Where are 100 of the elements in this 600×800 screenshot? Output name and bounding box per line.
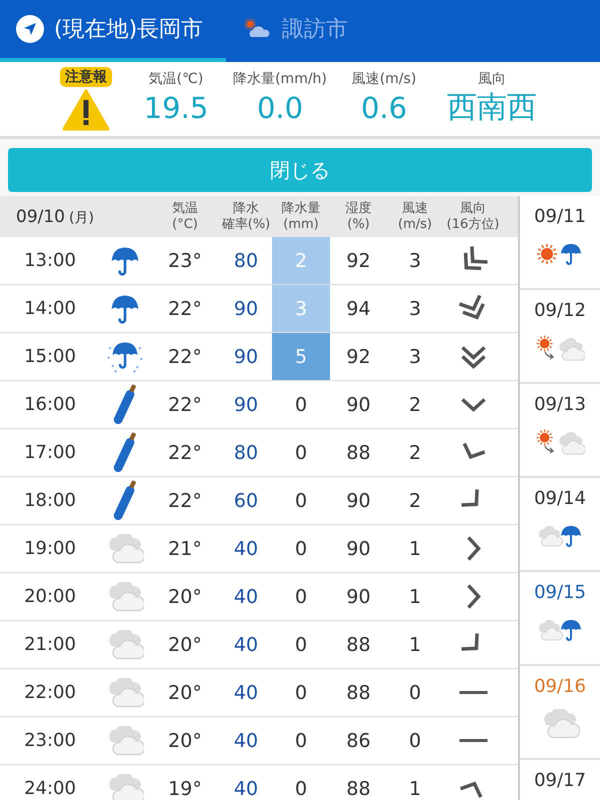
precipitation-cell-text: 0 (294, 392, 308, 418)
precipitation-cell-text: 0 (294, 632, 308, 658)
sun-cloud-icon (535, 427, 585, 457)
temperature-cell-text: 21° (167, 536, 203, 562)
temperature-cell-text: 20° (167, 680, 203, 706)
cloud-icon (106, 582, 144, 612)
wind-speed-cell-text: 1 (408, 536, 422, 562)
navigation-icon (16, 15, 44, 43)
time-cell-text: 14:00 (23, 297, 77, 321)
precipitation-cell: 3 (272, 285, 330, 332)
time-cell-text: 22:00 (23, 681, 77, 705)
column-header: 気温 (172, 200, 198, 216)
alert-badge: 注意報 (60, 67, 112, 87)
wind-speed-cell-text: 3 (408, 344, 422, 370)
temperature-cell-text: 20° (167, 632, 203, 658)
humidity-cell-text: 90 (345, 488, 372, 514)
temperature-cell-text: 22° (167, 440, 203, 466)
column-header: 湿度 (346, 200, 372, 216)
time-cell-text: 20:00 (23, 585, 77, 609)
wind-speed-cell-text: 3 (408, 248, 422, 274)
wind-speed-cell-text: 2 (408, 488, 422, 514)
cloud-icon (106, 678, 144, 708)
time-cell-text: 19:00 (23, 537, 77, 561)
humidity-cell-text: 94 (345, 296, 372, 322)
day-date[interactable]: 09/11 (534, 206, 586, 227)
probability-cell-text: 40 (232, 680, 260, 706)
weekday-label: (月) (69, 208, 94, 226)
probability-cell-text: 40 (232, 632, 260, 658)
probability-cell-text: 80 (232, 440, 260, 466)
humidity-cell-text: 86 (345, 728, 372, 754)
warning-icon (62, 89, 110, 131)
temperature-cell-text: 19° (167, 776, 203, 800)
column-unit: (%) (347, 216, 370, 232)
stat-value: 19.5 (144, 90, 208, 127)
probability-cell-text: 80 (232, 248, 260, 274)
time-cell-text: 21:00 (23, 633, 77, 657)
humidity-cell-text: 90 (345, 584, 372, 610)
day-date[interactable]: 09/15 (534, 582, 586, 603)
precipitation-cell: 5 (272, 333, 330, 380)
probability-cell-text: 40 (232, 728, 260, 754)
probability-cell-text: 90 (232, 344, 260, 370)
precipitation-cell: 2 (272, 237, 330, 284)
humidity-cell-text: 88 (345, 440, 372, 466)
column-unit: (°C) (172, 216, 198, 232)
day-date[interactable]: 09/17 (534, 770, 586, 791)
temperature-cell-text: 22° (167, 296, 203, 322)
column-unit: (mm) (283, 216, 319, 232)
humidity-cell-text: 92 (345, 344, 372, 370)
temperature-cell-text: 23° (167, 248, 203, 274)
cloud-icon (106, 726, 144, 756)
precipitation-cell-text: 0 (294, 680, 308, 706)
humidity-cell-text: 90 (345, 536, 372, 562)
probability-cell-text: 60 (232, 488, 260, 514)
temperature-cell-text: 22° (167, 344, 203, 370)
stat-label: 風速(m/s) (352, 70, 416, 88)
cloud-icon (106, 534, 144, 564)
time-cell-text: 18:00 (23, 489, 77, 513)
humidity-cell-text: 92 (345, 248, 372, 274)
sun-cloud-icon (535, 333, 585, 363)
humidity-cell-text: 88 (345, 776, 372, 800)
stat-label: 降水量(mm/h) (233, 70, 327, 88)
day-date[interactable]: 09/12 (534, 300, 586, 321)
umbrella-rain-icon (107, 340, 143, 374)
stat-value: 0.6 (360, 90, 408, 127)
wind-speed-cell-text: 2 (408, 440, 422, 466)
umbrella-icon (109, 292, 141, 324)
precipitation-cell-text: 0 (294, 776, 308, 800)
day-date[interactable]: 09/13 (534, 394, 586, 415)
precipitation-cell-text: 0 (294, 536, 308, 562)
time-cell-text: 15:00 (23, 345, 77, 369)
time-cell-text: 13:00 (23, 249, 77, 273)
city-tab[interactable]: (現在地)長岡市 (0, 0, 226, 62)
probability-cell-text: 40 (232, 584, 260, 610)
temperature-cell-text: 22° (167, 392, 203, 418)
precipitation-cell-text: 0 (294, 440, 308, 466)
column-header: 降水量 (282, 200, 320, 216)
column-header: 降水 (233, 200, 259, 216)
humidity-cell-text: 90 (345, 392, 372, 418)
precipitation-cell-text: 0 (294, 728, 308, 754)
wind-speed-cell-text: 2 (408, 392, 422, 418)
stat-value: 西南西 (447, 89, 537, 127)
temperature-cell-text: 20° (167, 584, 203, 610)
column-header: 風向 (460, 200, 486, 216)
humidity-cell-text: 88 (345, 680, 372, 706)
stat-value: 0.0 (256, 90, 304, 127)
umbrella-icon (109, 244, 141, 276)
precipitation-cell-text: 0 (294, 584, 308, 610)
date-label: 09/10 (16, 206, 65, 226)
wind-speed-cell-text: 0 (408, 680, 422, 706)
probability-cell-text: 40 (232, 536, 260, 562)
wind-speed-cell-text: 0 (408, 728, 422, 754)
probability-cell-text: 40 (232, 776, 260, 800)
probability-cell-text: 90 (232, 392, 260, 418)
stat-label: 気温(℃) (148, 70, 204, 88)
time-cell-text: 23:00 (23, 729, 77, 753)
wind-speed-cell-text: 1 (408, 632, 422, 658)
temperature-cell-text: 22° (167, 488, 203, 514)
column-unit: (m/s) (398, 216, 432, 232)
day-date[interactable]: 09/14 (534, 488, 586, 509)
column-header: 風速 (402, 200, 428, 216)
